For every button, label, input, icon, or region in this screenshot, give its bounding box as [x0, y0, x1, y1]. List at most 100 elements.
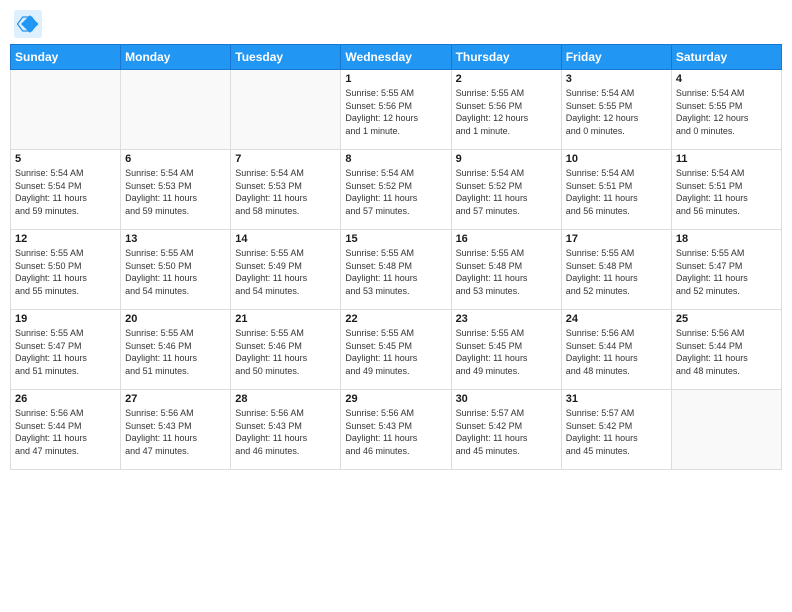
day-info: Sunrise: 5:55 AM Sunset: 5:56 PM Dayligh… [456, 87, 557, 137]
day-cell: 3Sunrise: 5:54 AM Sunset: 5:55 PM Daylig… [561, 70, 671, 150]
calendar-table: SundayMondayTuesdayWednesdayThursdayFrid… [10, 44, 782, 470]
day-info: Sunrise: 5:55 AM Sunset: 5:47 PM Dayligh… [676, 247, 777, 297]
day-info: Sunrise: 5:55 AM Sunset: 5:56 PM Dayligh… [345, 87, 446, 137]
calendar-header-saturday: Saturday [671, 45, 781, 70]
day-number: 14 [235, 233, 336, 245]
day-cell: 1Sunrise: 5:55 AM Sunset: 5:56 PM Daylig… [341, 70, 451, 150]
day-cell: 15Sunrise: 5:55 AM Sunset: 5:48 PM Dayli… [341, 230, 451, 310]
day-cell: 16Sunrise: 5:55 AM Sunset: 5:48 PM Dayli… [451, 230, 561, 310]
day-info: Sunrise: 5:55 AM Sunset: 5:45 PM Dayligh… [345, 327, 446, 377]
day-cell [11, 70, 121, 150]
day-cell: 24 Sunrise: 5:56 AM Sunset: 5:44 PM Dayli… [561, 310, 671, 390]
day-info: Sunrise: 5:54 AM Sunset: 5:51 PM Dayligh… [566, 167, 667, 217]
day-cell: 26 Sunrise: 5:56 AM Sunset: 5:44 PM Dayli… [11, 390, 121, 470]
calendar-header-row: SundayMondayTuesdayWednesdayThursdayFrid… [11, 45, 782, 70]
day-number: 8 [345, 153, 446, 165]
day-number: 10 [566, 153, 667, 165]
day-number: 25 [676, 313, 777, 325]
day-cell: 9 Sunrise: 5:54 AM Sunset: 5:52 PM Daylig… [451, 150, 561, 230]
day-info: Sunrise: 5:56 AM Sunset: 5:44 PM Dayligh… [566, 327, 667, 377]
day-cell: 31Sunrise: 5:57 AM Sunset: 5:42 PM Dayli… [561, 390, 671, 470]
day-info: Sunrise: 5:55 AM Sunset: 5:49 PM Dayligh… [235, 247, 336, 297]
day-number: 17 [566, 233, 667, 245]
day-number: 5 [15, 153, 116, 165]
day-info: Sunrise: 5:56 AM Sunset: 5:44 PM Dayligh… [676, 327, 777, 377]
day-info: Sunrise: 5:55 AM Sunset: 5:48 PM Dayligh… [566, 247, 667, 297]
day-number: 9 [456, 153, 557, 165]
day-info: Sunrise: 5:54 AM Sunset: 5:51 PM Dayligh… [676, 167, 777, 217]
day-info: Sunrise: 5:55 AM Sunset: 5:48 PM Dayligh… [456, 247, 557, 297]
day-number: 24 [566, 313, 667, 325]
day-info: Sunrise: 5:54 AM Sunset: 5:53 PM Dayligh… [125, 167, 226, 217]
day-number: 20 [125, 313, 226, 325]
day-number: 23 [456, 313, 557, 325]
day-cell: 27 Sunrise: 5:56 AM Sunset: 5:43 PM Dayli… [121, 390, 231, 470]
week-row-5: 26 Sunrise: 5:56 AM Sunset: 5:44 PM Dayli… [11, 390, 782, 470]
day-number: 21 [235, 313, 336, 325]
day-info: Sunrise: 5:54 AM Sunset: 5:55 PM Dayligh… [676, 87, 777, 137]
day-number: 6 [125, 153, 226, 165]
calendar-header-monday: Monday [121, 45, 231, 70]
day-number: 4 [676, 73, 777, 85]
day-cell: 29 Sunrise: 5:56 AM Sunset: 5:43 PM Dayli… [341, 390, 451, 470]
day-number: 3 [566, 73, 667, 85]
day-number: 29 [345, 393, 446, 405]
week-row-2: 5 Sunrise: 5:54 AM Sunset: 5:54 PM Daylig… [11, 150, 782, 230]
week-row-1: 1Sunrise: 5:55 AM Sunset: 5:56 PM Daylig… [11, 70, 782, 150]
day-cell: 20 Sunrise: 5:55 AM Sunset: 5:46 PM Dayli… [121, 310, 231, 390]
calendar-header-sunday: Sunday [11, 45, 121, 70]
day-number: 22 [345, 313, 446, 325]
calendar-header-thursday: Thursday [451, 45, 561, 70]
day-number: 19 [15, 313, 116, 325]
week-row-4: 19 Sunrise: 5:55 AM Sunset: 5:47 PM Dayli… [11, 310, 782, 390]
day-info: Sunrise: 5:54 AM Sunset: 5:52 PM Dayligh… [456, 167, 557, 217]
day-cell [671, 390, 781, 470]
day-cell: 2 Sunrise: 5:55 AM Sunset: 5:56 PM Daylig… [451, 70, 561, 150]
day-info: Sunrise: 5:55 AM Sunset: 5:46 PM Dayligh… [235, 327, 336, 377]
day-cell: 25 Sunrise: 5:56 AM Sunset: 5:44 PM Dayli… [671, 310, 781, 390]
day-cell: 19 Sunrise: 5:55 AM Sunset: 5:47 PM Dayli… [11, 310, 121, 390]
week-row-3: 12 Sunrise: 5:55 AM Sunset: 5:50 PM Dayli… [11, 230, 782, 310]
day-info: Sunrise: 5:55 AM Sunset: 5:45 PM Dayligh… [456, 327, 557, 377]
day-cell: 5 Sunrise: 5:54 AM Sunset: 5:54 PM Daylig… [11, 150, 121, 230]
calendar-header-friday: Friday [561, 45, 671, 70]
day-info: Sunrise: 5:55 AM Sunset: 5:50 PM Dayligh… [15, 247, 116, 297]
day-number: 18 [676, 233, 777, 245]
calendar-header-tuesday: Tuesday [231, 45, 341, 70]
day-info: Sunrise: 5:56 AM Sunset: 5:44 PM Dayligh… [15, 407, 116, 457]
day-cell: 8 Sunrise: 5:54 AM Sunset: 5:52 PM Daylig… [341, 150, 451, 230]
day-info: Sunrise: 5:56 AM Sunset: 5:43 PM Dayligh… [235, 407, 336, 457]
day-info: Sunrise: 5:55 AM Sunset: 5:50 PM Dayligh… [125, 247, 226, 297]
day-info: Sunrise: 5:57 AM Sunset: 5:42 PM Dayligh… [456, 407, 557, 457]
day-info: Sunrise: 5:54 AM Sunset: 5:53 PM Dayligh… [235, 167, 336, 217]
day-cell: 7Sunrise: 5:54 AM Sunset: 5:53 PM Daylig… [231, 150, 341, 230]
day-info: Sunrise: 5:55 AM Sunset: 5:48 PM Dayligh… [345, 247, 446, 297]
day-info: Sunrise: 5:57 AM Sunset: 5:42 PM Dayligh… [566, 407, 667, 457]
day-cell: 17 Sunrise: 5:55 AM Sunset: 5:48 PM Dayli… [561, 230, 671, 310]
day-cell: 14 Sunrise: 5:55 AM Sunset: 5:49 PM Dayli… [231, 230, 341, 310]
day-number: 30 [456, 393, 557, 405]
day-info: Sunrise: 5:54 AM Sunset: 5:54 PM Dayligh… [15, 167, 116, 217]
day-cell: 11Sunrise: 5:54 AM Sunset: 5:51 PM Dayli… [671, 150, 781, 230]
calendar-header-wednesday: Wednesday [341, 45, 451, 70]
day-cell: 21 Sunrise: 5:55 AM Sunset: 5:46 PM Dayli… [231, 310, 341, 390]
logo [14, 10, 46, 38]
day-cell: 30 Sunrise: 5:57 AM Sunset: 5:42 PM Dayli… [451, 390, 561, 470]
day-cell: 22 Sunrise: 5:55 AM Sunset: 5:45 PM Dayli… [341, 310, 451, 390]
day-cell: 28Sunrise: 5:56 AM Sunset: 5:43 PM Dayli… [231, 390, 341, 470]
day-info: Sunrise: 5:56 AM Sunset: 5:43 PM Dayligh… [125, 407, 226, 457]
day-info: Sunrise: 5:56 AM Sunset: 5:43 PM Dayligh… [345, 407, 446, 457]
page-header [10, 10, 782, 38]
day-cell: 4 Sunrise: 5:54 AM Sunset: 5:55 PM Daylig… [671, 70, 781, 150]
day-info: Sunrise: 5:55 AM Sunset: 5:46 PM Dayligh… [125, 327, 226, 377]
day-number: 27 [125, 393, 226, 405]
day-info: Sunrise: 5:54 AM Sunset: 5:52 PM Dayligh… [345, 167, 446, 217]
day-cell: 10 Sunrise: 5:54 AM Sunset: 5:51 PM Dayli… [561, 150, 671, 230]
day-number: 26 [15, 393, 116, 405]
day-number: 12 [15, 233, 116, 245]
day-cell: 18 Sunrise: 5:55 AM Sunset: 5:47 PM Dayli… [671, 230, 781, 310]
day-number: 2 [456, 73, 557, 85]
logo-icon [14, 10, 42, 38]
day-cell: 13Sunrise: 5:55 AM Sunset: 5:50 PM Dayli… [121, 230, 231, 310]
day-info: Sunrise: 5:55 AM Sunset: 5:47 PM Dayligh… [15, 327, 116, 377]
